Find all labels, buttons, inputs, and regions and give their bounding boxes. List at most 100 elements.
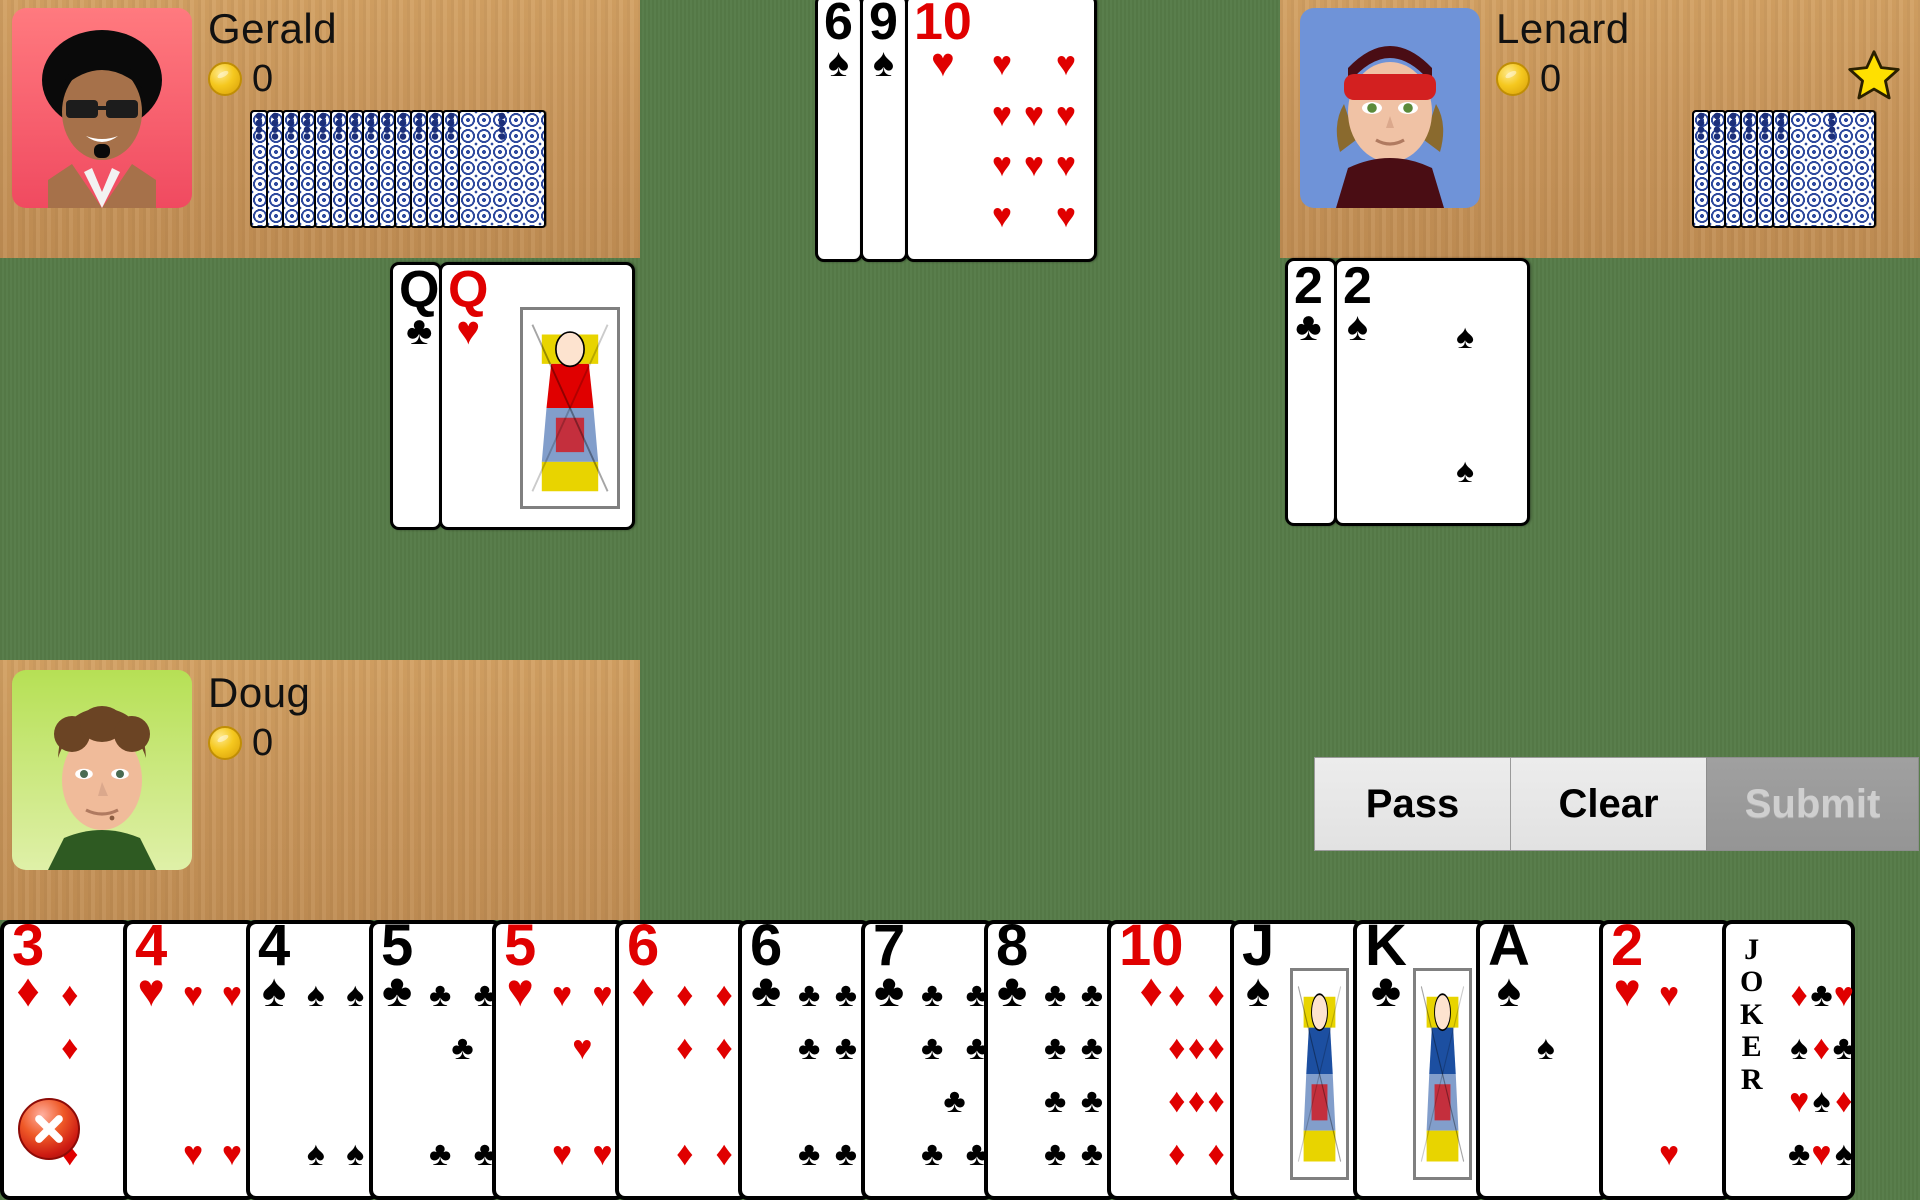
coin-count-gerald: 0: [252, 58, 274, 100]
hand-card[interactable]: J O K E R ♦ ♣ ♥ ♠ ♦ ♣ ♥ ♠ ♦ ♣ ♥ ♠: [1722, 920, 1855, 1200]
card-corner: Q ♣: [399, 261, 440, 351]
clear-button[interactable]: Clear: [1510, 757, 1707, 851]
card-corner: 6 ♣: [750, 916, 782, 1017]
card-corner: 7 ♣: [873, 916, 905, 1017]
card-pip: ♥: [991, 146, 1013, 185]
hand-card[interactable]: 10 ♦ ♦ ♦ ♦ ♦ ♦ ♦ ♦ ♦ ♦ ♦: [1107, 916, 1240, 1200]
court-figure: [1290, 968, 1349, 1180]
card-rank: Q: [399, 261, 440, 319]
card-pip: ♣: [1832, 1028, 1855, 1067]
card-corner: 9 ♠: [869, 0, 898, 83]
action-button-bar: Pass Clear Submit: [1314, 757, 1919, 851]
card-pip: ♦: [1168, 1081, 1186, 1120]
coin-icon: [208, 62, 242, 96]
card-pip: ♦: [676, 975, 694, 1014]
card-pip: ♠: [1536, 1028, 1555, 1067]
hand-card[interactable]: J ♠: [1230, 916, 1363, 1200]
card-pip: ♥: [592, 1134, 613, 1173]
card-corner: 5 ♥: [504, 916, 536, 1013]
card-pip: ♠: [1790, 1028, 1809, 1067]
hand-card[interactable]: 8 ♣ ♣ ♣ ♣ ♣ ♣ ♣ ♣ ♣: [984, 916, 1117, 1200]
hand-card[interactable]: 2 ♥ ♥ ♥: [1599, 916, 1732, 1200]
played-stack-queens[interactable]: Q ♣ Q ♥: [390, 262, 635, 530]
avatar-doug[interactable]: [12, 670, 192, 870]
card-suit: ♦: [16, 964, 40, 1017]
card-pip: ♣: [798, 975, 821, 1014]
coin-icon: [1496, 62, 1530, 96]
joker-letter: J: [1744, 933, 1760, 966]
played-card[interactable]: 2 ♣: [1285, 258, 1337, 526]
card-corner: A ♠: [1488, 916, 1530, 1013]
card-pip: ♥: [552, 1134, 573, 1173]
card-pip: ♥: [1789, 1081, 1810, 1120]
joker-letter: O: [1740, 965, 1764, 999]
played-card[interactable]: Q ♥: [439, 262, 635, 530]
joker-letter: K: [1740, 997, 1764, 1031]
close-x-icon[interactable]: [18, 1098, 80, 1160]
card-pip: ♥: [1811, 1134, 1832, 1173]
card-pip: ♥: [1659, 1134, 1680, 1173]
card-suit: ♠: [261, 964, 287, 1017]
pip-grid: ♥ ♥ ♥ ♥ ♥: [552, 968, 613, 1180]
pass-button[interactable]: Pass: [1314, 757, 1511, 851]
card-pip: ♦: [676, 1134, 694, 1173]
card-rank: 2: [1343, 257, 1372, 315]
hand-card[interactable]: 4 ♥ ♥ ♥ ♥ ♥: [123, 916, 256, 1200]
played-stack-twos[interactable]: 2 ♣ 2 ♠ ♠ ♠: [1285, 258, 1530, 526]
card-pip: ♠: [1455, 452, 1475, 491]
card-pip: ♦: [61, 1028, 79, 1067]
card-pip: ♣: [1788, 1134, 1811, 1173]
card-suit: ♠: [1346, 304, 1369, 349]
card-pip: ♥: [1055, 196, 1077, 235]
played-stack-center[interactable]: 6 ♠ 9 ♠ 10 ♥ ♥ ♥ ♥ ♥ ♥ ♥ ♥ ♥ ♥ ♥: [815, 0, 1097, 262]
card-pip: ♥: [1023, 146, 1045, 185]
card-pip: ♦: [1207, 1134, 1225, 1173]
card-pip: ♣: [834, 975, 857, 1014]
hand-card[interactable]: 6 ♣ ♣ ♣ ♣ ♣ ♣ ♣: [738, 916, 871, 1200]
joker-letter: E: [1741, 1030, 1762, 1064]
hand-card[interactable]: 5 ♥ ♥ ♥ ♥ ♥ ♥: [492, 916, 625, 1200]
played-card[interactable]: 2 ♠ ♠ ♠: [1334, 258, 1530, 526]
card-corner: J ♠: [1242, 916, 1274, 1013]
card-suit: ♣: [997, 964, 1028, 1017]
hand-card[interactable]: 6 ♦ ♦ ♦ ♦ ♦ ♦ ♦: [615, 916, 748, 1200]
card-pip: ♠: [1812, 1081, 1831, 1120]
hand-card[interactable]: A ♠ ♠: [1476, 916, 1609, 1200]
player-hand[interactable]: 3 ♦ ♦ ♦ ♦ 4 ♥ ♥ ♥ ♥ ♥ 4 ♠ ♠ ♠ ♠ ♠ 5 ♣ ♣ ♣ ♣ ♣ ♣ 5 ♥ ♥ ♥ ♥ ♥ ♥ 6 ♦ ♦ ♦ ♦ ♦ ♦ ♦ 6…: [0, 916, 1920, 1200]
card-corner: 6 ♠: [824, 0, 853, 83]
played-card[interactable]: Q ♣: [390, 262, 442, 530]
card-suit: ♣: [874, 964, 905, 1017]
card-suit: ♣: [751, 964, 782, 1017]
card-pip: ♥: [991, 196, 1013, 235]
played-card[interactable]: 6 ♠: [815, 0, 863, 262]
card-pip: ♥: [183, 975, 204, 1014]
card-suit: ♦: [631, 964, 655, 1017]
card-pip: ♥: [991, 95, 1013, 134]
card-pip: ♦: [676, 1028, 694, 1067]
card-pip: ♥: [1659, 975, 1680, 1014]
hand-card[interactable]: 5 ♣ ♣ ♣ ♣ ♣ ♣: [369, 916, 502, 1200]
card-pip: ♥: [1833, 975, 1854, 1014]
card-pip: ♥: [221, 1134, 242, 1173]
hand-card[interactable]: 4 ♠ ♠ ♠ ♠ ♠: [246, 916, 379, 1200]
card-suit: ♣: [382, 964, 413, 1017]
card-suit: ♥: [931, 40, 955, 85]
card-pip: ♣: [429, 1134, 452, 1173]
card-corner: 2 ♠: [1343, 257, 1372, 349]
card-pip: ♠: [346, 1134, 365, 1173]
played-card[interactable]: 9 ♠: [860, 0, 908, 262]
hand-card[interactable]: 7 ♣ ♣ ♣ ♣ ♣ ♣ ♣ ♣: [861, 916, 994, 1200]
card-pip: ♥: [1055, 45, 1077, 84]
pip-grid: ♣ ♣ ♣ ♣ ♣ ♣ ♣ ♣: [1044, 968, 1103, 1180]
card-pip: ♦: [1790, 975, 1808, 1014]
hand-card[interactable]: K ♣: [1353, 916, 1486, 1200]
pip-grid: ♣ ♣ ♣ ♣ ♣ ♣: [798, 968, 857, 1180]
card-suit: ♥: [137, 964, 165, 1017]
card-pip: ♠: [306, 1134, 325, 1173]
card-corner: 3 ♦: [12, 916, 44, 1017]
avatar-gerald[interactable]: [12, 8, 192, 208]
played-card[interactable]: 10 ♥ ♥ ♥ ♥ ♥ ♥ ♥ ♥ ♥ ♥ ♥: [905, 0, 1097, 262]
hand-card[interactable]: 3 ♦ ♦ ♦ ♦: [0, 916, 133, 1200]
card-pip: ♦: [1812, 1028, 1831, 1067]
avatar-lenard[interactable]: [1300, 8, 1480, 208]
